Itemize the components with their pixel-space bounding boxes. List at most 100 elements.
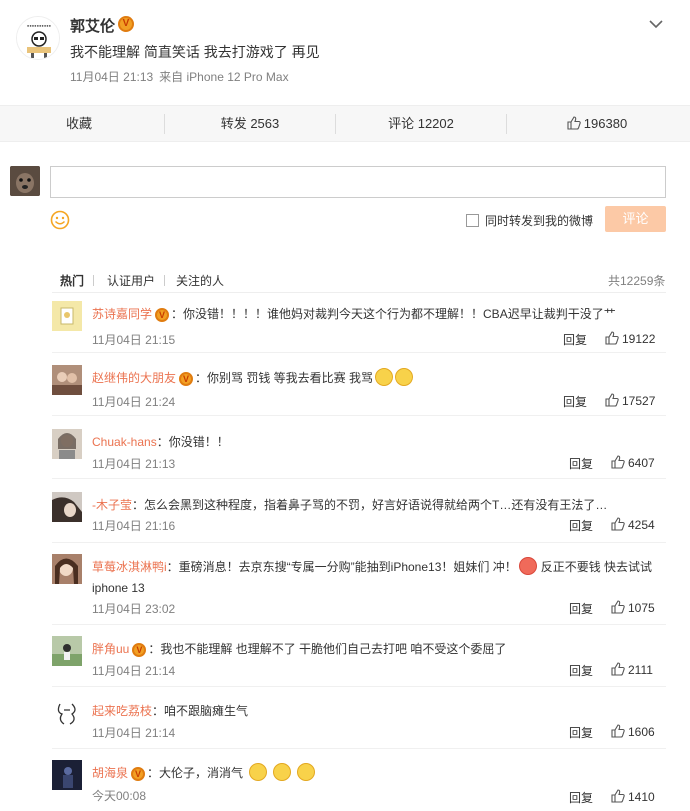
comment-like-button[interactable]: 1606	[611, 724, 655, 739]
commenter-name[interactable]: Chuak-hans	[92, 435, 157, 449]
post-source: 来自 iPhone 12 Pro Max	[159, 70, 289, 84]
comment-text: ：大伦子，消消气	[147, 766, 244, 780]
comment-time: 11月04日 21:24	[92, 395, 176, 409]
reply-button[interactable]: 回复	[569, 455, 593, 472]
reply-button[interactable]: 回复	[569, 789, 593, 806]
comment-button[interactable]: 评论 12202	[340, 106, 502, 143]
comment-composer: 同时转发到我的微博 评论	[0, 142, 690, 252]
commenter-avatar[interactable]	[52, 698, 82, 728]
tab-hot[interactable]: 热门	[60, 272, 84, 289]
reply-button[interactable]: 回复	[563, 331, 587, 348]
thumbs-up-icon	[611, 455, 625, 469]
thumbs-up-icon	[611, 517, 625, 531]
comment-text: ：咱不跟脑瘫生气	[152, 704, 249, 718]
comment-time: 11月04日 21:14	[92, 726, 176, 740]
comment-input[interactable]	[50, 166, 666, 198]
commenter-avatar[interactable]	[52, 554, 82, 584]
chevron-down-icon[interactable]	[648, 16, 664, 32]
comment-time: 11月04日 21:15	[92, 333, 176, 347]
comment-divider	[52, 352, 666, 353]
comment-like-count: 2111	[628, 663, 653, 677]
commenter-avatar[interactable]	[52, 429, 82, 459]
commenter-avatar[interactable]	[52, 365, 82, 395]
divider	[164, 114, 165, 134]
hug-emoji-icon	[273, 763, 292, 781]
verified-badge-icon: V	[118, 16, 134, 32]
comment-like-button[interactable]: 1410	[611, 789, 655, 804]
commenter-avatar[interactable]	[52, 636, 82, 666]
comment-like-button[interactable]: 4254	[611, 517, 655, 532]
comment-time: 11月04日 21:14	[92, 664, 176, 678]
tabs-divider	[52, 292, 666, 293]
reply-button[interactable]: 回复	[563, 393, 587, 410]
submit-comment-button[interactable]: 评论	[605, 206, 666, 232]
comment-text: ：你别骂 罚钱 等我去看比赛 我骂	[195, 371, 374, 385]
comment-divider	[52, 478, 666, 479]
smile-emoji-icon	[395, 368, 414, 386]
author-avatar[interactable]: ●●●●●●●●●●	[16, 16, 60, 60]
svg-text:●●●●●●●●●●: ●●●●●●●●●●	[27, 23, 52, 28]
post-time[interactable]: 11月04日 21:13	[70, 70, 153, 84]
reply-button[interactable]: 回复	[569, 600, 593, 617]
author-name[interactable]: 郭艾伦 V	[70, 15, 134, 36]
repost-checkbox[interactable]	[466, 214, 479, 227]
comment-divider	[52, 686, 666, 687]
commenter-name[interactable]: 起来吃荔枝	[92, 704, 152, 718]
thumbs-up-icon	[611, 724, 625, 738]
tab-verified[interactable]: 认证用户	[107, 272, 155, 289]
commenter-name[interactable]: 草莓冰淇淋鸭i	[92, 560, 167, 574]
repost-button[interactable]: 转发 2563	[170, 106, 330, 143]
comment-text-continued: iphone 13	[92, 581, 145, 595]
hug-emoji-icon	[249, 763, 268, 781]
comment-line-2: iphone 13	[92, 578, 662, 598]
commenter-name[interactable]: 胖角uu	[92, 642, 129, 656]
comment-line: 草莓冰淇淋鸭i：重磅消息！去京东搜“专属一分购”能抽到iPhone13！姐妹们 …	[92, 557, 662, 577]
verified-badge-icon: V	[131, 766, 146, 781]
commenter-name[interactable]: 胡海泉	[92, 766, 128, 780]
like-count: 196380	[583, 116, 628, 131]
comment-text: ：重磅消息！去京东搜“专属一分购”能抽到iPhone13！姐妹们 冲！	[166, 560, 517, 574]
comment-time: 11月04日 21:13	[92, 457, 176, 471]
comment-time: 今天00:08	[92, 789, 147, 803]
comment-like-count: 1410	[628, 790, 655, 804]
heart-eyes-emoji-icon	[518, 557, 537, 575]
comment-like-button[interactable]: 17527	[605, 393, 655, 408]
commenter-avatar[interactable]	[52, 492, 82, 522]
thumbs-up-icon	[605, 331, 619, 345]
reply-button[interactable]: 回复	[569, 662, 593, 679]
emoji-icon[interactable]	[50, 210, 70, 230]
favorite-button[interactable]: 收藏	[0, 106, 158, 143]
smile-emoji-icon	[375, 368, 394, 386]
comment-text: ：你没错！！！！谁他妈对裁判今天这个行为都不理解！！CBA迟早让裁判干没了艹	[171, 307, 616, 321]
divider	[335, 114, 336, 134]
commenter-avatar[interactable]	[52, 760, 82, 790]
comment-like-button[interactable]: 19122	[605, 331, 655, 346]
comment-like-button[interactable]: 6407	[611, 455, 655, 470]
commenter-avatar[interactable]	[52, 301, 82, 331]
comment-like-button[interactable]: 2111	[611, 662, 653, 677]
commenter-name[interactable]: 赵继伟的大朋友	[92, 371, 176, 385]
comment-total: 共12259条	[608, 274, 666, 288]
comment-divider	[52, 624, 666, 625]
post-meta: 11月04日 21:13 来自 iPhone 12 Pro Max	[70, 68, 289, 85]
tab-separator	[93, 275, 94, 286]
tab-following[interactable]: 关注的人	[176, 272, 224, 289]
reply-button[interactable]: 回复	[569, 517, 593, 534]
comment-line: 苏诗嘉同学 V ：你没错！！！！谁他妈对裁判今天这个行为都不理解！！CBA迟早让裁判…	[92, 304, 662, 324]
commenter-name[interactable]: 苏诗嘉同学	[92, 307, 152, 321]
commenter-name[interactable]: -木子莹	[92, 498, 132, 512]
tab-separator	[164, 275, 165, 286]
divider	[506, 114, 507, 134]
verified-badge-icon: V	[132, 642, 147, 657]
weibo-post: ●●●●●●●●●● 郭艾伦 V 我不能理解 简直笑话 我去打游戏了 再见 11…	[0, 0, 690, 105]
comment-like-button[interactable]: 1075	[611, 600, 655, 615]
comment-like-count: 19122	[622, 332, 656, 346]
reply-button[interactable]: 回复	[569, 724, 593, 741]
user-avatar[interactable]	[10, 166, 40, 196]
post-text: 我不能理解 简直笑话 我去打游戏了 再见	[70, 44, 320, 60]
thumbs-up-icon	[611, 600, 625, 614]
comment-time: 11月04日 21:16	[92, 519, 176, 533]
thumbs-up-icon	[567, 116, 581, 130]
like-button[interactable]: 196380	[512, 106, 682, 143]
thumbs-up-icon	[611, 662, 625, 676]
